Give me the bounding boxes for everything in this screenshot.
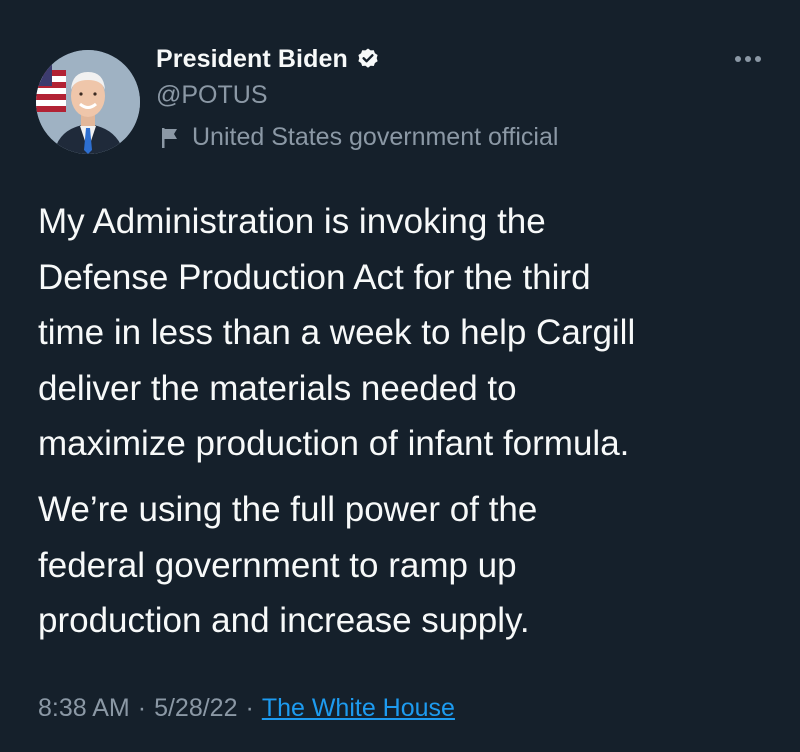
tweet-time[interactable]: 8:38 AM <box>38 694 130 723</box>
avatar[interactable] <box>36 50 140 154</box>
tweet-source-link[interactable]: The White House <box>262 694 455 723</box>
more-options-button[interactable] <box>730 46 766 72</box>
tweet-text-paragraph: We’re using the full power of the federa… <box>38 490 538 640</box>
separator-dot: · <box>245 694 254 722</box>
flag-icon <box>162 127 177 148</box>
verified-badge-icon <box>358 48 378 68</box>
account-label: United States government official <box>160 123 558 152</box>
author-name-row: President Biden <box>156 42 380 76</box>
account-label-text: United States government official <box>192 123 559 151</box>
tweet-metadata: 8:38 AM · 5/28/22 · The White House <box>38 694 455 723</box>
author-display-name[interactable]: President Biden <box>156 45 348 74</box>
more-dots-icon <box>735 56 761 62</box>
avatar-portrait-icon <box>36 50 140 154</box>
tweet-card: President Biden @POTUS United States gov… <box>0 0 800 752</box>
author-handle[interactable]: @POTUS <box>156 81 268 110</box>
tweet-date[interactable]: 5/28/22 <box>154 694 237 723</box>
separator-dot: · <box>137 694 147 722</box>
tweet-text-paragraph: My Administration is invoking the Defens… <box>38 202 636 463</box>
